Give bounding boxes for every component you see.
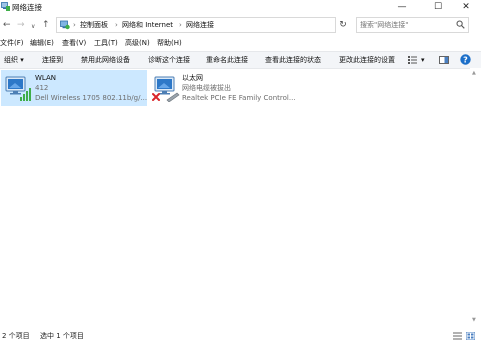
search-input[interactable] (360, 19, 452, 30)
recent-locations-button[interactable]: ∨ (31, 21, 35, 33)
wifi-adapter-icon (5, 76, 33, 104)
vertical-scrollbar[interactable]: ▲ ▼ (470, 68, 481, 326)
status-bar: 2 个项目 选中 1 个项目 (0, 327, 481, 345)
change-settings-button[interactable]: 更改此连接的设置 (339, 55, 395, 65)
window-title: 网络连接 (12, 3, 42, 12)
connection-status: 网络电缆被拔出 (182, 84, 231, 92)
menu-advanced[interactable]: 高级(N) (125, 38, 150, 48)
breadcrumb-separator: › (73, 21, 76, 29)
breadcrumb-network-internet[interactable]: 网络和 Internet (122, 20, 173, 30)
preview-pane-icon[interactable] (439, 56, 449, 66)
menu-bar: 文件(F) 编辑(E) 查看(V) 工具(T) 高级(N) 帮助(H) (0, 36, 481, 50)
address-bar[interactable]: › 控制面板 › 网络和 Internet › 网络连接 ∨ (56, 17, 387, 33)
address-row: ← → ∨ ↑ › 控制面板 › 网络和 Internet › 网络连接 ∨ ↻ (0, 16, 481, 34)
search-box[interactable] (356, 17, 469, 33)
connection-tile-ethernet[interactable]: 以太网 网络电缆被拔出 Realtek PCIe FE Family Contr… (148, 70, 296, 106)
svg-text:?: ? (463, 55, 468, 64)
item-count: 2 个项目 (2, 332, 30, 340)
menu-help[interactable]: 帮助(H) (157, 38, 182, 48)
connection-adapter: Dell Wireless 1705 802.11b/g/... (35, 94, 148, 102)
connection-name: WLAN (35, 74, 57, 82)
connect-to-button[interactable]: 连接到 (42, 55, 63, 65)
connection-tile-wlan[interactable]: WLAN 412 Dell Wireless 1705 802.11b/g/..… (1, 70, 147, 106)
details-view-icon[interactable] (453, 332, 462, 342)
control-panel-icon (60, 20, 70, 32)
breadcrumb-control-panel[interactable]: 控制面板 (80, 20, 108, 30)
menu-file[interactable]: 文件(F) (0, 38, 24, 48)
search-icon[interactable] (456, 20, 465, 31)
menu-edit[interactable]: 编辑(E) (30, 38, 54, 48)
up-button[interactable]: ↑ (42, 19, 50, 31)
connection-adapter: Realtek PCIe FE Family Control... (182, 94, 296, 102)
tiles-view-icon[interactable] (465, 331, 476, 342)
scroll-down-icon[interactable]: ▼ (472, 317, 476, 323)
connection-status: 412 (35, 84, 49, 92)
network-connections-icon (1, 2, 10, 13)
back-button[interactable]: ← (3, 19, 11, 31)
menu-tools[interactable]: 工具(T) (94, 38, 118, 48)
breadcrumb-separator: › (179, 21, 182, 29)
selected-count: 选中 1 个项目 (40, 332, 84, 340)
maximize-button[interactable]: ☐ (424, 0, 452, 14)
refresh-button[interactable]: ↻ (336, 19, 350, 31)
minimize-button[interactable]: — (388, 0, 416, 14)
help-icon[interactable]: ? (460, 54, 471, 67)
forward-button[interactable]: → (17, 19, 25, 31)
connections-list: WLAN 412 Dell Wireless 1705 802.11b/g/..… (0, 68, 470, 326)
disable-device-button[interactable]: 禁用此网络设备 (81, 55, 130, 65)
ethernet-adapter-icon (152, 76, 180, 104)
close-button[interactable]: ✕ (452, 0, 480, 14)
view-options-dropdown[interactable]: ▾ (421, 55, 425, 65)
breadcrumb-network-connections[interactable]: 网络连接 (186, 20, 214, 30)
view-status-button[interactable]: 查看此连接的状态 (265, 55, 321, 65)
title-bar: 网络连接 — ☐ ✕ (0, 0, 481, 14)
scroll-up-icon[interactable]: ▲ (472, 70, 476, 76)
change-view-icon[interactable] (408, 56, 417, 66)
connection-name: 以太网 (182, 74, 203, 82)
organize-button[interactable]: 组织 ▾ (4, 55, 24, 65)
diagnose-button[interactable]: 诊断这个连接 (148, 55, 190, 65)
command-bar: 组织 ▾ 连接到 禁用此网络设备 诊断这个连接 重命名此连接 查看此连接的状态 … (0, 51, 481, 69)
rename-button[interactable]: 重命名此连接 (206, 55, 248, 65)
breadcrumb-separator: › (115, 21, 118, 29)
menu-view[interactable]: 查看(V) (62, 38, 86, 48)
